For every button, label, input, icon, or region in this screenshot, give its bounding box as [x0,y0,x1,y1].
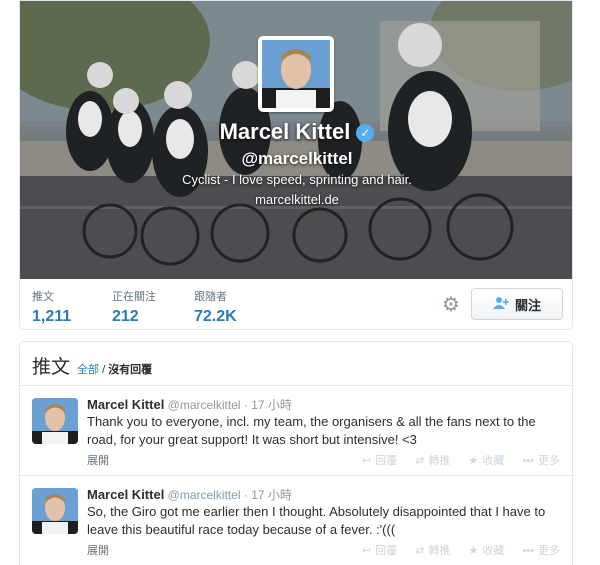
tweets-timeline: 推文 全部 / 沒有回覆 Marcel Kittel @marcelkittel… [19,341,573,565]
stat-tweets[interactable]: 推文 1,211 [32,288,71,326]
profile-stats: 推文 1,211 正在關注 212 跟隨者 72.2K ⚙ 關注 [20,279,572,329]
favorite-label: 收藏 [482,545,505,557]
filter-no-replies[interactable]: 沒有回覆 [108,364,152,376]
gear-icon[interactable]: ⚙ [440,294,462,316]
favorite-label: 收藏 [482,455,505,467]
stat-following[interactable]: 正在關注 212 [112,288,156,326]
stat-label: 正在關注 [112,291,156,303]
follow-button[interactable]: 關注 [471,288,563,320]
retweet-button[interactable]: ⇄ 轉推 [415,455,450,467]
retweet-icon: ⇄ [415,455,425,467]
retweet-label: 轉推 [428,455,451,467]
more-dots-icon: ••• [522,545,534,557]
tweet-actions: ↩ 回覆 ⇄ 轉推 ★ 收藏 ••• 更多 [347,542,560,558]
more-button[interactable]: ••• 更多 [522,545,560,557]
tweet-author-name[interactable]: Marcel Kittel [87,397,164,412]
retweet-label: 轉推 [428,545,451,557]
reply-label: 回覆 [375,545,398,557]
tweet-header: Marcel Kittel @marcelkittel · 17 小時 [87,396,292,413]
tweets-title: 推文 [32,357,71,378]
more-dots-icon: ••• [522,455,534,467]
profile-card: Marcel Kittel ✓ @marcelkittel Cyclist - I… [19,0,573,330]
tweets-header: 推文 全部 / 沒有回覆 [20,342,572,386]
more-label: 更多 [538,455,560,467]
tweet-timestamp[interactable]: · 17 小時 [244,488,292,502]
star-icon: ★ [468,455,479,467]
expand-link[interactable]: 展開 [87,542,109,558]
avatar[interactable] [32,398,78,444]
favorite-button[interactable]: ★ 收藏 [469,545,505,557]
profile-page: Marcel Kittel ✓ @marcelkittel Cyclist - I… [0,0,600,565]
stat-value: 72.2K [194,308,237,325]
profile-bio: Cyclist - I love speed, sprinting and ha… [182,172,412,187]
expand-link[interactable]: 展開 [87,452,109,468]
stat-value: 1,211 [32,308,72,325]
profile-name: Marcel Kittel ✓ [20,119,572,145]
retweet-button[interactable]: ⇄ 轉推 [415,545,450,557]
tweet-actions: ↩ 回覆 ⇄ 轉推 ★ 收藏 ••• 更多 [347,452,560,468]
tweet-item[interactable]: Marcel Kittel @marcelkittel · 17 小時 So, … [20,476,572,565]
filter-all-link[interactable]: 全部 [77,364,99,376]
reply-icon: ↩ [361,545,372,557]
reply-icon: ↩ [361,455,372,467]
reply-label: 回覆 [375,455,398,467]
tweet-author-handle[interactable]: @marcelkittel [168,398,241,412]
tweets-filter: 全部 / 沒有回覆 [77,361,152,377]
favorite-button[interactable]: ★ 收藏 [469,455,505,467]
tweet-author-handle[interactable]: @marcelkittel [168,488,241,502]
tweet-text: So, the Giro got me earlier then I thoug… [87,504,546,537]
retweet-icon: ⇄ [415,545,425,557]
stat-value: 212 [112,308,139,325]
profile-avatar[interactable] [258,36,334,112]
stat-label: 推文 [32,291,54,303]
tweet-item[interactable]: Marcel Kittel @marcelkittel · 17 小時 Than… [20,386,572,476]
reply-button[interactable]: ↩ 回覆 [362,545,397,557]
profile-name-text: Marcel Kittel [219,119,351,144]
filter-separator: / [99,364,109,376]
follow-button-label: 關注 [514,297,541,313]
avatar[interactable] [32,488,78,534]
tweet-header: Marcel Kittel @marcelkittel · 17 小時 [87,486,292,503]
add-user-icon [492,296,509,312]
star-icon: ★ [468,545,479,557]
profile-handle: @marcelkittel [241,149,353,168]
tweet-author-name[interactable]: Marcel Kittel [87,487,164,502]
more-label: 更多 [538,545,560,557]
more-button[interactable]: ••• 更多 [522,455,560,467]
reply-button[interactable]: ↩ 回覆 [362,455,397,467]
stat-followers[interactable]: 跟隨者 72.2K [194,288,237,326]
profile-url-link[interactable]: marcelkittel.de [20,192,572,207]
stat-label: 跟隨者 [194,291,227,303]
verified-badge-icon: ✓ [356,124,375,142]
tweet-text: Thank you to everyone, incl. my team, th… [87,414,536,447]
tweet-timestamp[interactable]: · 17 小時 [244,398,292,412]
